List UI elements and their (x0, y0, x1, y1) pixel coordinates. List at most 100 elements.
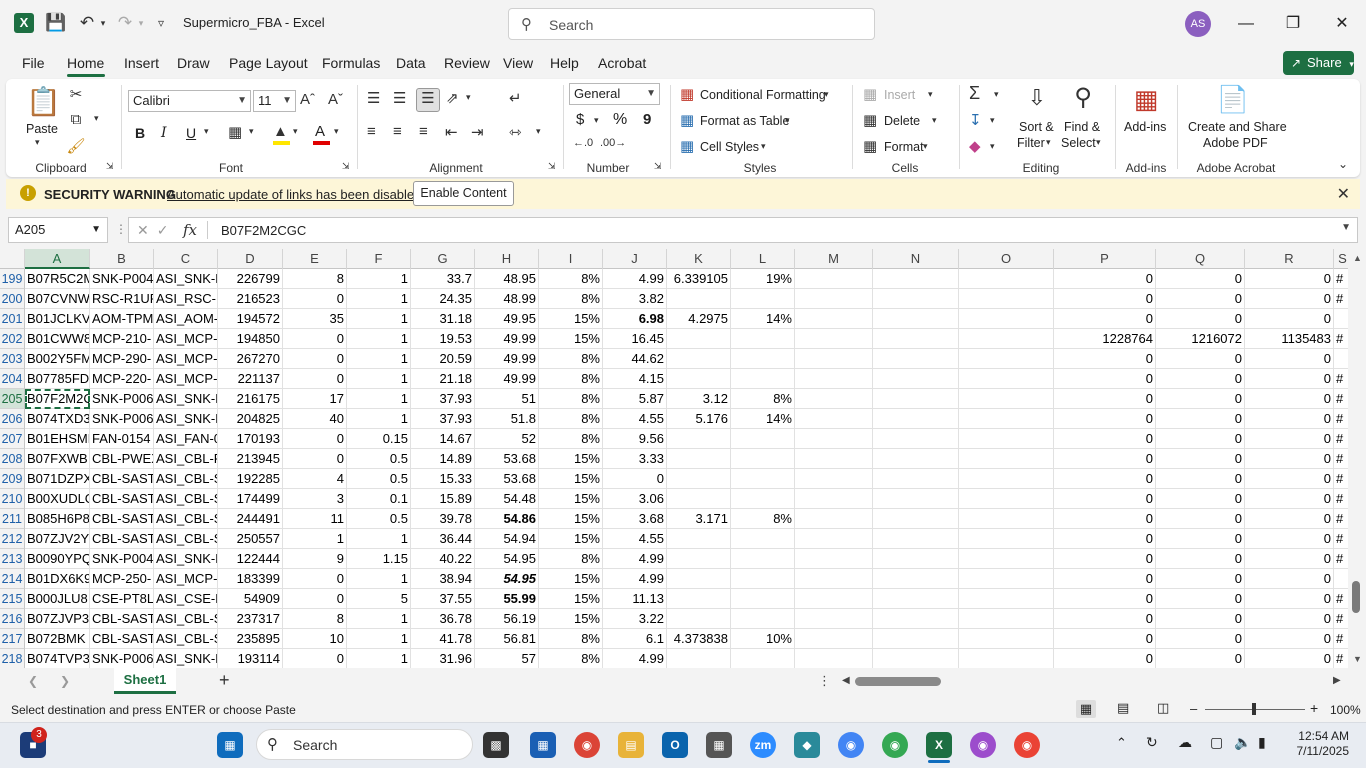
format-cells-icon[interactable]: ▦ (863, 137, 877, 155)
cell-i201[interactable]: 15% (539, 309, 603, 329)
cell-p202[interactable]: 1228764 (1054, 329, 1156, 349)
fill-icon[interactable]: ↧ (969, 111, 982, 129)
cell-s203[interactable] (1334, 349, 1348, 369)
cell-o207[interactable] (959, 429, 1054, 449)
cell-c205[interactable]: ASI_SNK-P (154, 389, 218, 409)
cell-m204[interactable] (795, 369, 873, 389)
cell-b201[interactable]: AOM-TPM (90, 309, 154, 329)
row-header[interactable]: 208 (0, 449, 25, 469)
cell-b213[interactable]: SNK-P004 (90, 549, 154, 569)
cell-s206[interactable]: # (1334, 409, 1348, 429)
cell-h210[interactable]: 54.48 (475, 489, 539, 509)
cell-g204[interactable]: 21.18 (411, 369, 475, 389)
cell-a218[interactable]: B074TVP3 (25, 649, 90, 668)
cell-r213[interactable]: 0 (1245, 549, 1334, 569)
cell-g209[interactable]: 15.33 (411, 469, 475, 489)
cell-b210[interactable]: CBL-SAST- (90, 489, 154, 509)
cell-r212[interactable]: 0 (1245, 529, 1334, 549)
cell-f206[interactable]: 1 (347, 409, 411, 429)
cell-k204[interactable] (667, 369, 731, 389)
paste-chevron-icon[interactable]: ▾ (35, 137, 40, 148)
cell-n201[interactable] (873, 309, 959, 329)
cell-j199[interactable]: 4.99 (603, 269, 667, 289)
cell-p206[interactable]: 0 (1054, 409, 1156, 429)
cell-s208[interactable]: # (1334, 449, 1348, 469)
column-header-s[interactable]: S (1334, 249, 1348, 269)
cell-e199[interactable]: 8 (283, 269, 347, 289)
cell-q202[interactable]: 1216072 (1156, 329, 1245, 349)
cell-a216[interactable]: B07ZJVP3 (25, 609, 90, 629)
cell-d201[interactable]: 194572 (218, 309, 283, 329)
cell-j203[interactable]: 44.62 (603, 349, 667, 369)
cell-m202[interactable] (795, 329, 873, 349)
orientation-chevron-icon[interactable]: ▾ (466, 92, 471, 103)
cell-p216[interactable]: 0 (1054, 609, 1156, 629)
percent-button[interactable]: % (613, 111, 627, 129)
cell-g210[interactable]: 15.89 (411, 489, 475, 509)
column-header-e[interactable]: E (283, 249, 347, 269)
cell-l205[interactable]: 8% (731, 389, 795, 409)
cell-i199[interactable]: 8% (539, 269, 603, 289)
row-header[interactable]: 201 (0, 309, 25, 329)
cell-n205[interactable] (873, 389, 959, 409)
cell-p207[interactable]: 0 (1054, 429, 1156, 449)
clear-icon[interactable]: ◆ (969, 137, 981, 155)
italic-button[interactable]: I (161, 125, 167, 141)
display-icon[interactable]: ▢ (1210, 734, 1223, 751)
cell-r218[interactable]: 0 (1245, 649, 1334, 668)
cell-o200[interactable] (959, 289, 1054, 309)
cell-s215[interactable]: # (1334, 589, 1348, 609)
page-break-view-icon[interactable]: ◫ (1157, 700, 1169, 716)
cell-m199[interactable] (795, 269, 873, 289)
cell-f207[interactable]: 0.15 (347, 429, 411, 449)
cell-g218[interactable]: 31.96 (411, 649, 475, 668)
zoom-app-icon[interactable]: zm (750, 732, 776, 758)
excel-taskbar-icon[interactable]: X (926, 732, 952, 758)
cell-f203[interactable]: 1 (347, 349, 411, 369)
task-view-icon[interactable]: ▩ (483, 732, 509, 758)
cell-d216[interactable]: 237317 (218, 609, 283, 629)
tab-acrobat[interactable]: Acrobat (598, 55, 646, 71)
cell-r205[interactable]: 0 (1245, 389, 1334, 409)
cell-k210[interactable] (667, 489, 731, 509)
column-header-r[interactable]: R (1245, 249, 1334, 269)
column-header-n[interactable]: N (873, 249, 959, 269)
cell-s211[interactable]: # (1334, 509, 1348, 529)
cell-s209[interactable]: # (1334, 469, 1348, 489)
underline-chevron-icon[interactable]: ▾ (204, 126, 209, 137)
cell-s200[interactable]: # (1334, 289, 1348, 309)
cell-q206[interactable]: 0 (1156, 409, 1245, 429)
cell-p208[interactable]: 0 (1054, 449, 1156, 469)
column-header-j[interactable]: J (603, 249, 667, 269)
bold-button[interactable]: B (135, 125, 145, 141)
cell-g205[interactable]: 37.93 (411, 389, 475, 409)
cell-k208[interactable] (667, 449, 731, 469)
font-launcher-icon[interactable]: ⇲ (342, 161, 350, 172)
save-icon[interactable]: 💾 (45, 12, 67, 34)
cell-q213[interactable]: 0 (1156, 549, 1245, 569)
cell-o216[interactable] (959, 609, 1054, 629)
cell-o206[interactable] (959, 409, 1054, 429)
row-header[interactable]: 218 (0, 649, 25, 668)
column-header-k[interactable]: K (667, 249, 731, 269)
formula-input[interactable]: ✕✓ fx B07F2M2CGC ▼ (128, 217, 1358, 243)
cell-l202[interactable] (731, 329, 795, 349)
column-header-c[interactable]: C (154, 249, 218, 269)
cell-k214[interactable] (667, 569, 731, 589)
cell-d204[interactable]: 221137 (218, 369, 283, 389)
cell-h204[interactable]: 49.99 (475, 369, 539, 389)
cell-r207[interactable]: 0 (1245, 429, 1334, 449)
cell-l208[interactable] (731, 449, 795, 469)
find-select-label-2[interactable]: Select (1061, 136, 1096, 150)
cell-i209[interactable]: 15% (539, 469, 603, 489)
cell-q200[interactable]: 0 (1156, 289, 1245, 309)
cell-q215[interactable]: 0 (1156, 589, 1245, 609)
cell-n202[interactable] (873, 329, 959, 349)
create-pdf-label-2[interactable]: Adobe PDF (1203, 136, 1268, 150)
cell-r206[interactable]: 0 (1245, 409, 1334, 429)
cell-j217[interactable]: 6.1 (603, 629, 667, 649)
more-icon[interactable]: ⋮ (115, 222, 127, 236)
row-header[interactable]: 205 (0, 389, 25, 409)
row-header[interactable]: 212 (0, 529, 25, 549)
align-right-icon[interactable]: ≡ (419, 123, 428, 140)
